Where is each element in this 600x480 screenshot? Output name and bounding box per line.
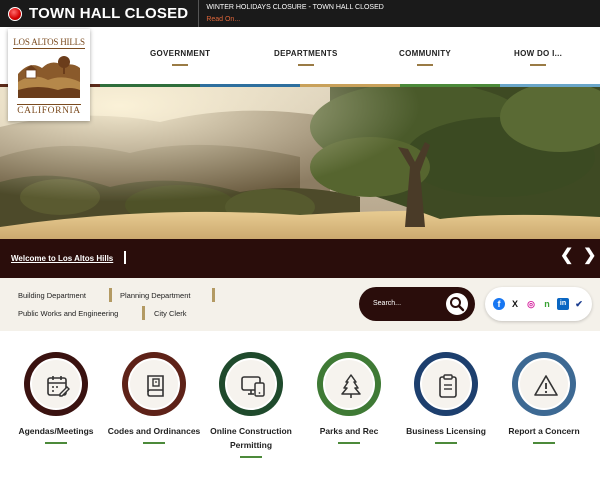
nav-underline xyxy=(530,64,547,66)
nav-government-label: GOVERNMENT xyxy=(150,49,211,58)
nav-community[interactable]: COMMUNITY xyxy=(399,49,451,66)
nav-underline xyxy=(417,64,434,66)
nav-how-do-i-label: HOW DO I... xyxy=(514,49,563,58)
tile-circle xyxy=(122,352,186,416)
site-header: GOVERNMENT DEPARTMENTS COMMUNITY HOW DO … xyxy=(0,27,600,87)
tile-report-concern[interactable]: Report a Concern xyxy=(496,352,592,444)
nav-underline xyxy=(172,64,189,66)
search-input[interactable]: Search... xyxy=(373,300,401,307)
tile-online-construction-permitting[interactable]: Online Construction Permitting xyxy=(203,352,299,458)
tile-codes-ordinances[interactable]: Codes and Ordinances xyxy=(106,352,202,444)
tree-icon xyxy=(341,374,361,398)
logo-top-text: LOS ALTOS HILLS xyxy=(13,37,85,49)
tile-underline xyxy=(435,442,457,444)
tile-agendas-meetings[interactable]: Agendas/Meetings xyxy=(8,352,104,444)
tile-label: Codes and Ordinances xyxy=(107,426,201,436)
clipboard-icon xyxy=(439,374,457,398)
linkedin-icon[interactable]: in xyxy=(557,298,569,310)
quick-action-tiles: Agendas/Meetings Codes and Ordinances On… xyxy=(0,331,600,480)
instagram-icon[interactable]: ◎ xyxy=(525,298,537,310)
chevron-right-icon[interactable]: ❯ xyxy=(583,247,596,265)
alert-icon xyxy=(8,6,22,21)
nav-how-do-i[interactable]: HOW DO I... xyxy=(514,49,562,66)
checkmark-icon[interactable]: ✔ xyxy=(573,298,585,310)
hero-caption-link[interactable]: Welcome to Los Altos Hills xyxy=(11,254,113,263)
tile-circle xyxy=(317,352,381,416)
hero-banner: Welcome to Los Altos Hills ❮ ❯ xyxy=(0,87,600,278)
tile-circle xyxy=(414,352,478,416)
search-icon xyxy=(450,297,465,312)
monitor-icon xyxy=(241,376,265,397)
social-links: f X ◎ n in ✔ xyxy=(485,287,592,321)
warning-icon xyxy=(534,375,558,396)
main-nav: GOVERNMENT DEPARTMENTS COMMUNITY HOW DO … xyxy=(100,27,600,84)
facebook-icon[interactable]: f xyxy=(493,298,505,310)
tile-label: Business Licensing xyxy=(406,426,486,436)
quick-link-divider xyxy=(109,288,112,302)
tile-label: Parks and Rec xyxy=(319,426,379,436)
quick-link-divider xyxy=(212,288,215,302)
hero-caption-divider xyxy=(124,251,126,264)
tile-underline xyxy=(533,442,555,444)
site-logo[interactable]: LOS ALTOS HILLS CALIFORNIA xyxy=(8,29,90,121)
search-button[interactable] xyxy=(446,293,468,315)
quick-link-divider xyxy=(142,306,145,320)
tile-circle xyxy=(24,352,88,416)
nav-government[interactable]: GOVERNMENT xyxy=(150,49,210,66)
tile-label: Agendas/Meetings xyxy=(18,426,94,436)
tile-underline xyxy=(45,442,67,444)
quick-link-public-works[interactable]: Public Works and Engineering xyxy=(18,309,118,318)
alert-divider xyxy=(198,0,200,27)
tile-label: Report a Concern xyxy=(508,426,580,436)
tile-underline xyxy=(240,456,262,458)
tile-circle xyxy=(512,352,576,416)
book-icon xyxy=(147,375,164,397)
alert-read-on-link[interactable]: Read On... xyxy=(206,15,384,25)
quick-link-building[interactable]: Building Department xyxy=(18,291,86,300)
tile-business-licensing[interactable]: Business Licensing xyxy=(398,352,494,444)
tile-underline xyxy=(338,442,360,444)
search-box[interactable]: Search... xyxy=(359,287,475,321)
logo-bottom-text: CALIFORNIA xyxy=(17,104,81,116)
nav-community-label: COMMUNITY xyxy=(399,49,452,58)
nav-underline xyxy=(297,64,314,66)
x-icon[interactable]: X xyxy=(509,298,521,310)
logo-hills-icon xyxy=(18,52,80,98)
tile-label: Online Construction Permitting xyxy=(210,426,292,450)
nextdoor-icon[interactable]: n xyxy=(541,298,553,310)
quick-link-city-clerk[interactable]: City Clerk xyxy=(154,309,187,318)
tile-circle xyxy=(219,352,283,416)
alert-title: TOWN HALL CLOSED xyxy=(29,5,189,22)
tile-parks-rec[interactable]: Parks and Rec xyxy=(301,352,397,444)
tile-underline xyxy=(143,442,165,444)
nav-departments-label: DEPARTMENTS xyxy=(274,49,338,58)
alert-message: WINTER HOLIDAYS CLOSURE - TOWN HALL CLOS… xyxy=(206,3,384,11)
calendar-edit-icon xyxy=(47,376,70,397)
quick-link-planning[interactable]: Planning Department xyxy=(120,291,190,300)
alert-bar: TOWN HALL CLOSED WINTER HOLIDAYS CLOSURE… xyxy=(0,0,600,27)
chevron-left-icon[interactable]: ❮ xyxy=(560,247,573,265)
nav-departments[interactable]: DEPARTMENTS xyxy=(274,49,338,66)
